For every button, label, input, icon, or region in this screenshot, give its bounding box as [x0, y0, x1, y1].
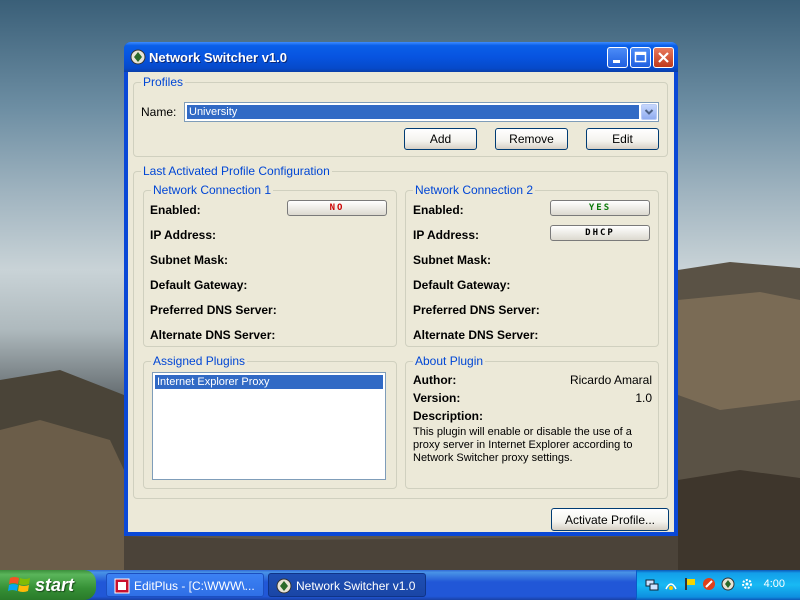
system-tray: 4:00 [636, 570, 800, 600]
minimize-icon [613, 60, 620, 63]
window-title: Network Switcher v1.0 [149, 50, 287, 65]
connection-1-title: Network Connection 1 [151, 183, 274, 197]
conn2-subnet-label: Subnet Mask: [413, 253, 492, 267]
plugins-listbox[interactable]: Internet Explorer Proxy [152, 372, 386, 480]
profile-select-value: University [187, 105, 639, 119]
conn1-gateway-label: Default Gateway: [150, 278, 248, 292]
edit-button[interactable]: Edit [586, 128, 659, 150]
version-label: Version: [413, 391, 461, 405]
author-value: Ricardo Amaral [569, 373, 652, 387]
conn2-enabled-label: Enabled: [413, 203, 464, 217]
wireless-tray-icon[interactable] [664, 577, 678, 591]
profiles-group-title: Profiles [141, 75, 186, 89]
author-label: Author: [413, 373, 457, 387]
conn1-pref-dns-label: Preferred DNS Server: [150, 303, 277, 317]
app-tray-icon[interactable] [721, 577, 735, 591]
start-button[interactable]: start [0, 570, 96, 600]
remove-button[interactable]: Remove [495, 128, 568, 150]
activate-profile-button[interactable]: Activate Profile... [551, 508, 669, 531]
windows-logo-icon [8, 577, 30, 592]
taskbar-item-network-switcher[interactable]: Network Switcher v1.0 [268, 573, 426, 597]
conn1-enabled-status: NO [287, 200, 387, 216]
settings-tray-icon[interactable] [740, 577, 754, 591]
connection-2-title: Network Connection 2 [413, 183, 536, 197]
clock: 4:00 [763, 578, 785, 590]
security-tray-icon[interactable] [702, 577, 716, 591]
about-plugin-title: About Plugin [413, 354, 486, 368]
network-tray-icon[interactable] [645, 577, 659, 591]
taskbar-item-label: EditPlus - [C:\WWW\... [134, 579, 255, 593]
maximize-button[interactable] [630, 47, 651, 68]
last-config-group-title: Last Activated Profile Configuration [141, 164, 332, 178]
taskbar-item-label: Network Switcher v1.0 [296, 579, 416, 593]
network-app-icon [276, 578, 292, 594]
network-app-icon [130, 49, 146, 65]
conn1-ip-label: IP Address: [150, 228, 217, 242]
close-button[interactable] [653, 47, 674, 68]
profile-name-label: Name: [141, 105, 177, 119]
conn1-alt-dns-label: Alternate DNS Server: [150, 328, 276, 342]
taskbar-item-editplus[interactable]: EditPlus - [C:\WWW\... [106, 573, 264, 597]
conn1-subnet-label: Subnet Mask: [150, 253, 229, 267]
conn2-ip-label: IP Address: [413, 228, 480, 242]
maximize-icon [634, 51, 647, 63]
description-label: Description: [413, 409, 484, 423]
editplus-icon [114, 578, 130, 594]
flag-tray-icon[interactable] [683, 577, 697, 591]
chevron-down-icon [644, 109, 654, 115]
conn2-pref-dns-label: Preferred DNS Server: [413, 303, 540, 317]
start-label: start [35, 575, 75, 595]
close-icon [658, 52, 669, 63]
conn2-gateway-label: Default Gateway: [413, 278, 511, 292]
conn2-enabled-status: YES [550, 200, 650, 216]
taskbar: start EditPlus - [C:\WWW\... Network Swi… [0, 570, 800, 600]
conn1-enabled-label: Enabled: [150, 203, 201, 217]
conn2-alt-dns-label: Alternate DNS Server: [413, 328, 539, 342]
description-text: This plugin will enable or disable the u… [413, 426, 633, 464]
version-value: 1.0 [635, 391, 652, 405]
dropdown-button[interactable] [641, 104, 657, 120]
title-bar[interactable]: Network Switcher v1.0 [124, 42, 678, 72]
minimize-button[interactable] [607, 47, 628, 68]
add-button[interactable]: Add [404, 128, 477, 150]
conn2-ip-value: DHCP [550, 225, 650, 241]
plugin-list-item[interactable]: Internet Explorer Proxy [155, 375, 383, 389]
assigned-plugins-title: Assigned Plugins [151, 354, 248, 368]
profile-select[interactable]: University [184, 102, 659, 122]
